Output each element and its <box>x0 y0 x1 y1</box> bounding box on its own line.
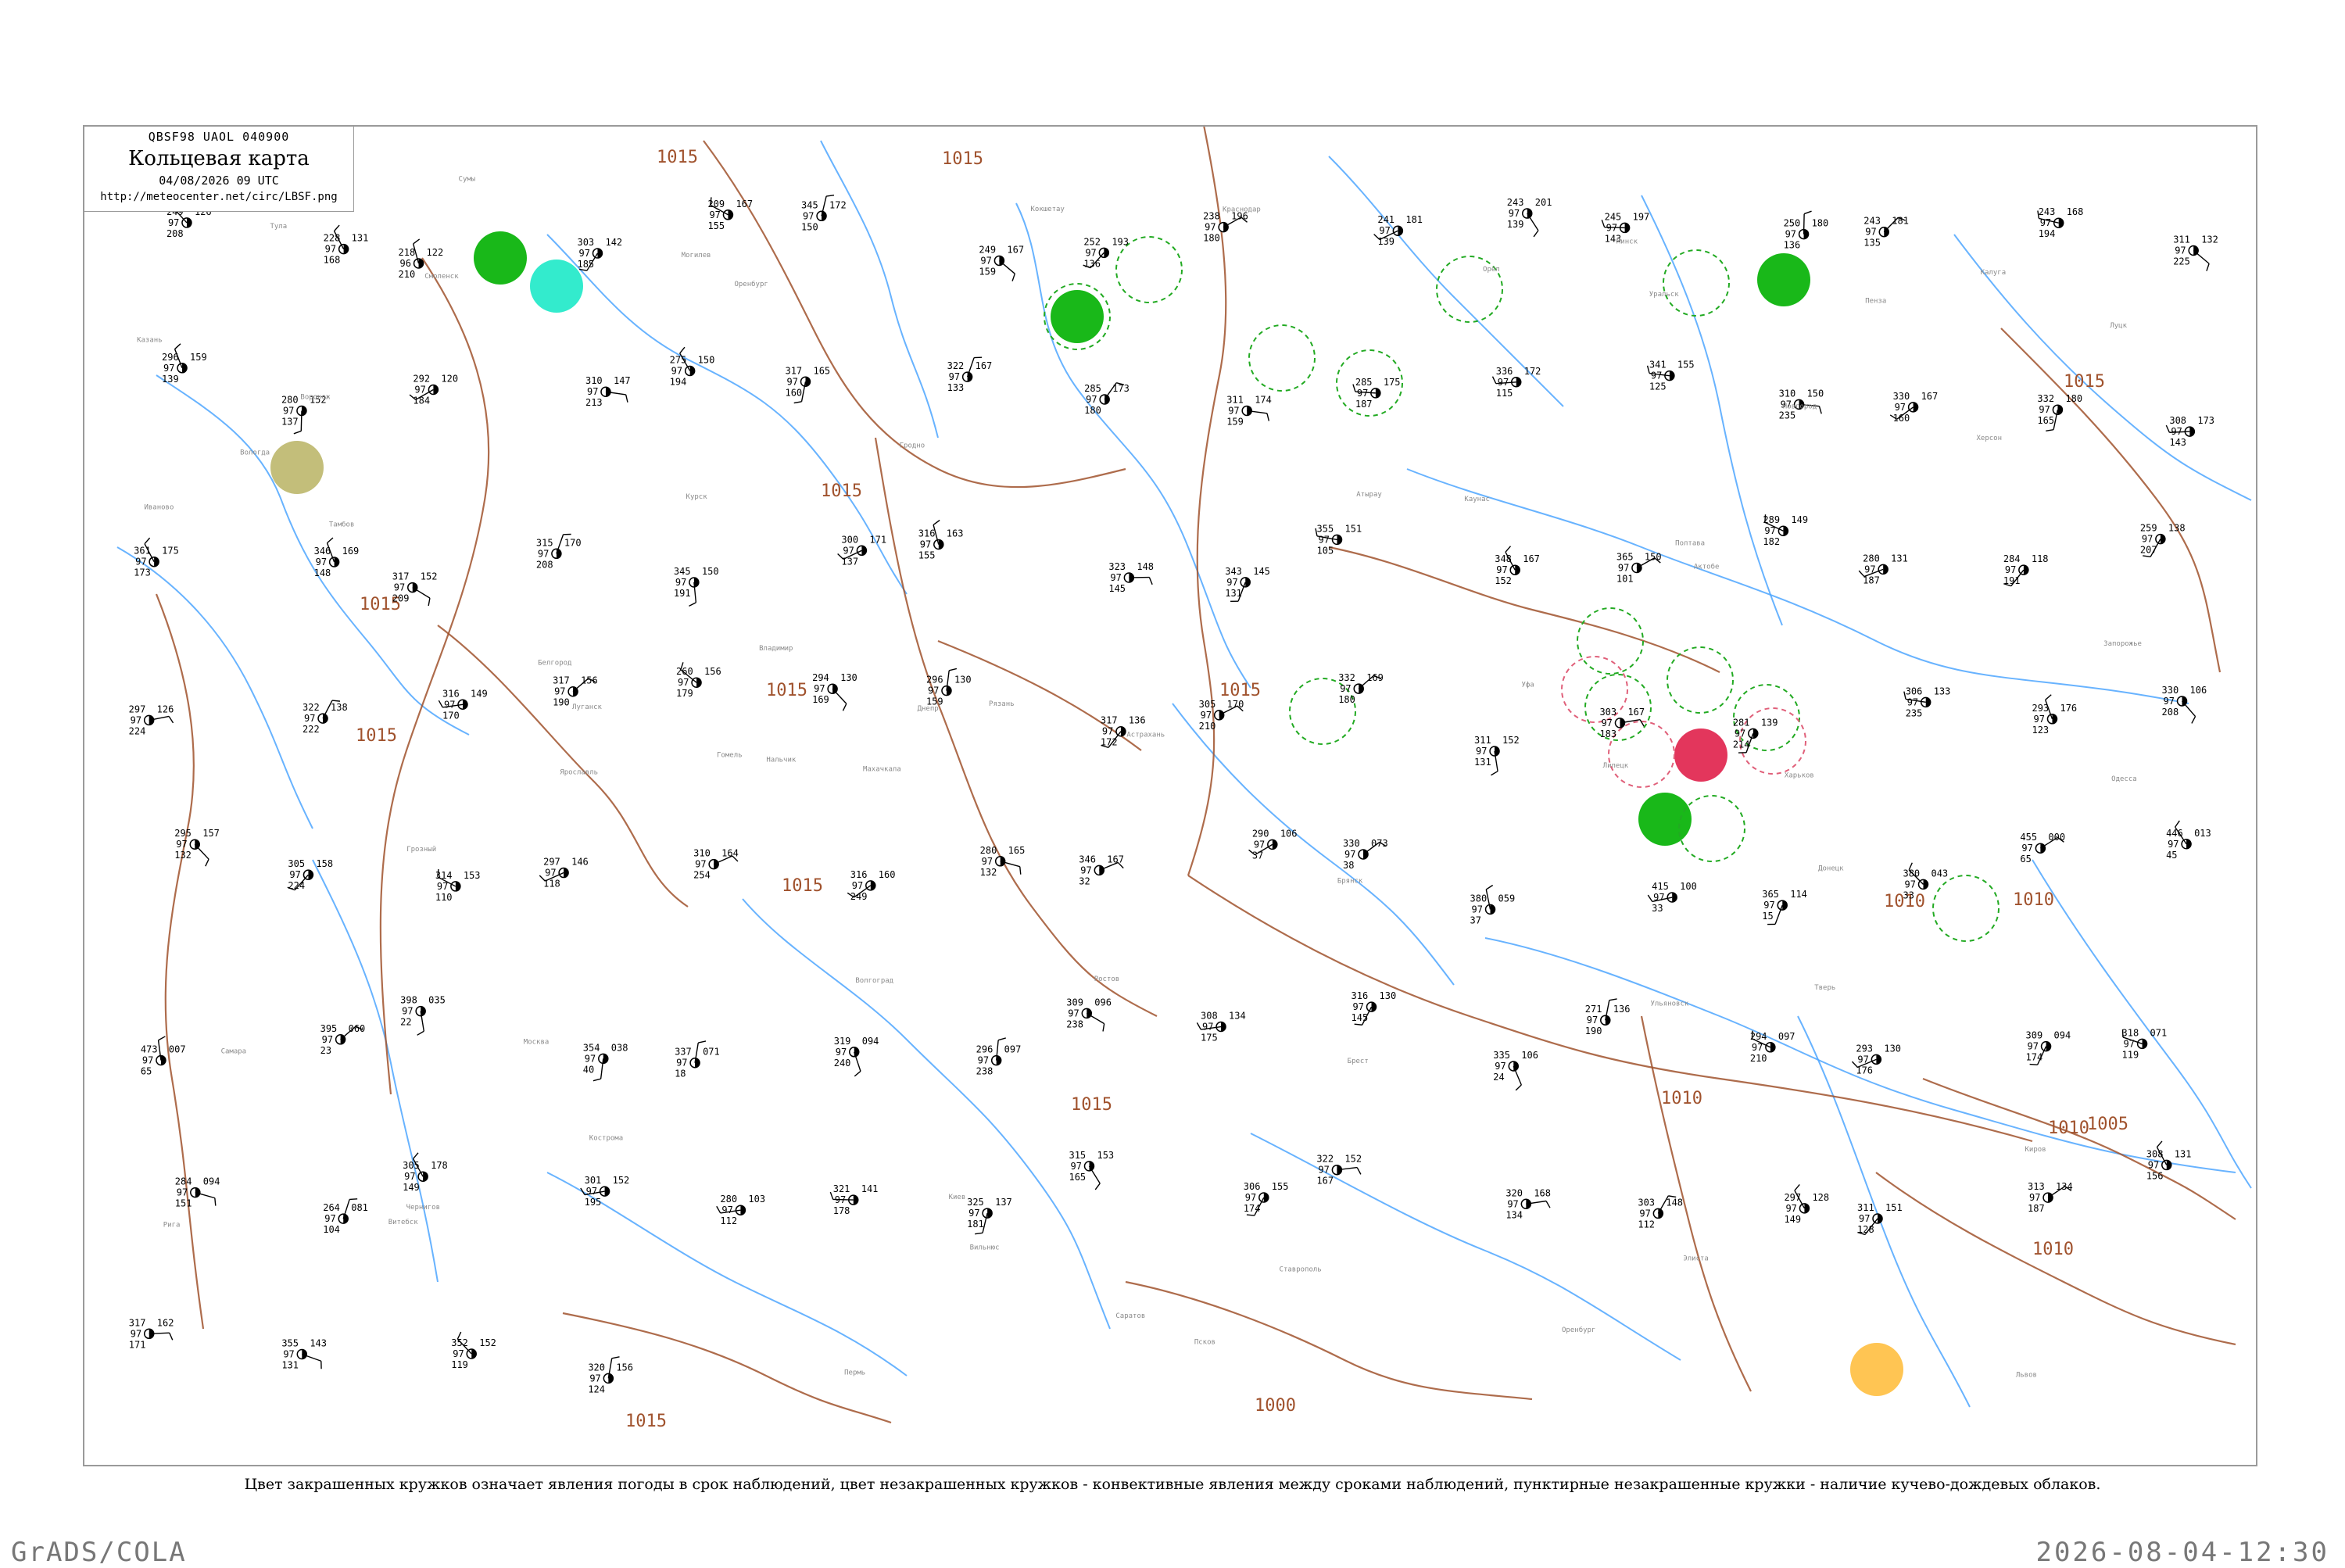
bulletin-header: QBSF98 UAOL 040900 <box>84 130 353 144</box>
render-timestamp: 2026-08-04-12:30 <box>2035 1537 2329 1568</box>
map-datetime: 04/08/2026 09 UTC <box>84 174 353 188</box>
legend-caption: Цвет закрашенных кружков означает явлени… <box>0 1476 2345 1493</box>
map-frame <box>83 125 2257 1466</box>
title-box: QBSF98 UAOL 040900 Кольцевая карта 04/08… <box>84 127 354 212</box>
map-title: Кольцевая карта <box>84 147 353 170</box>
software-label: GrADS/COLA <box>11 1537 187 1568</box>
source-url: http://meteocenter.net/circ/LBSF.png <box>84 191 353 203</box>
